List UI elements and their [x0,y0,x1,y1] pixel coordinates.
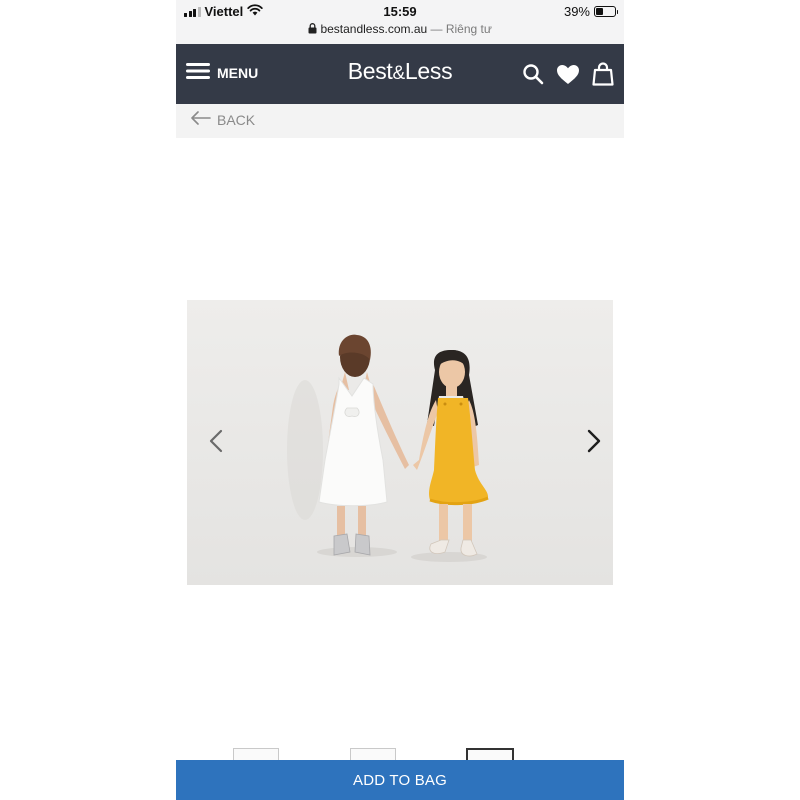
site-header: MENU Best&Less [176,44,624,104]
mobile-browser-screen: Viettel 15:59 39% bestandless.com.au — R… [176,0,624,800]
product-photo [187,300,613,585]
gallery-prev-button[interactable] [201,423,231,463]
chevron-right-icon [587,429,601,458]
lock-icon [308,22,320,36]
privacy-label: — Riêng tư [430,22,492,36]
logo-ampersand: & [392,63,406,84]
url-text: bestandless.com.au [320,22,428,36]
ios-status-bar: Viettel 15:59 39% bestandless.com.au — R… [176,0,624,44]
logo-text-best: Best [347,58,393,84]
arrow-left-icon [191,111,211,128]
search-icon[interactable] [522,63,544,90]
gallery-next-button[interactable] [579,423,609,463]
battery-icon [594,6,618,17]
add-to-bag-button[interactable]: ADD TO BAG [176,760,624,800]
address-bar[interactable]: bestandless.com.au — Riêng tư [176,22,624,36]
bag-icon[interactable] [592,62,614,91]
heart-icon[interactable] [556,64,580,90]
chevron-left-icon [209,429,223,458]
battery-percent: 39% [563,4,590,19]
back-label: BACK [217,111,256,128]
logo-text-less: Less [404,58,453,84]
back-bar: BACK [176,104,624,138]
battery-info: 39% [563,4,618,19]
back-button[interactable]: BACK [191,111,255,128]
battery-level [596,8,603,15]
product-image-gallery[interactable] [187,300,613,585]
clock: 15:59 [383,4,417,19]
